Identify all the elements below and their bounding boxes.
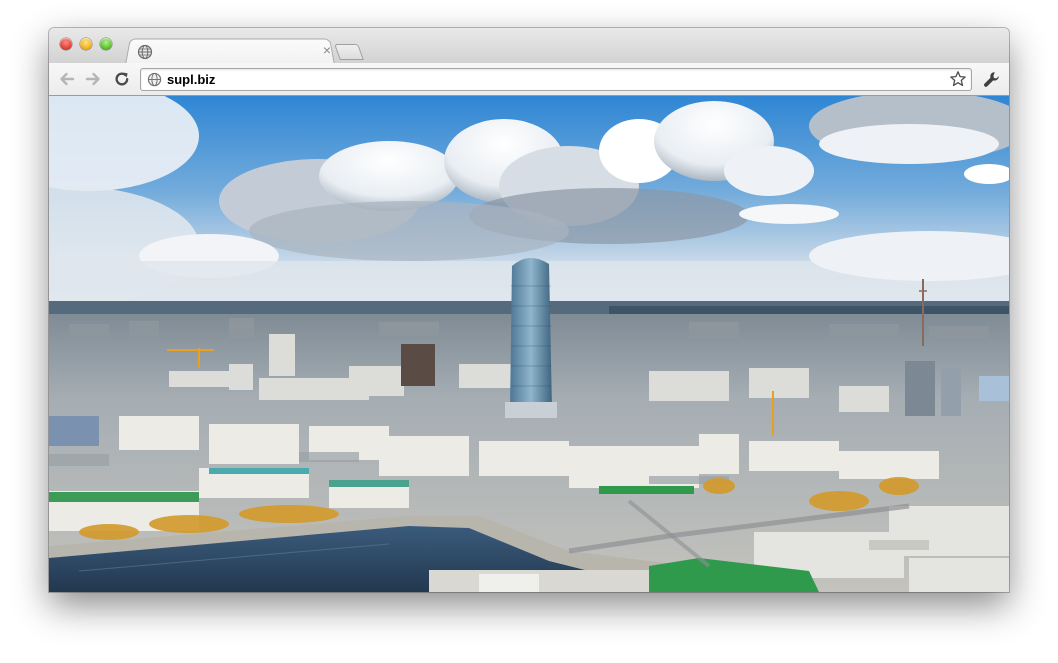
skyscraper	[505, 257, 557, 418]
reload-icon[interactable]	[113, 70, 131, 88]
city-panorama-photo	[49, 96, 1009, 592]
address-bar[interactable]: supl.biz	[140, 68, 972, 91]
back-arrow-icon[interactable]	[58, 70, 76, 88]
wrench-icon[interactable]	[982, 70, 1001, 89]
url-text[interactable]: supl.biz	[167, 72, 215, 88]
minimize-window-button[interactable]	[80, 38, 92, 50]
browser-window: × supl.biz	[49, 28, 1009, 592]
title-bar: ×	[49, 28, 1009, 65]
close-window-button[interactable]	[60, 38, 72, 50]
new-tab-button[interactable]	[334, 44, 364, 60]
zoom-window-button[interactable]	[100, 38, 112, 50]
site-globe-icon	[147, 72, 162, 87]
star-icon[interactable]	[949, 70, 967, 88]
tab-contents[interactable]: ×	[131, 41, 331, 63]
tab-close-button[interactable]: ×	[323, 42, 331, 58]
page-viewport	[49, 96, 1009, 592]
globe-icon	[137, 44, 153, 60]
forward-arrow-icon[interactable]	[84, 70, 102, 88]
toolbar: supl.biz	[49, 63, 1009, 96]
